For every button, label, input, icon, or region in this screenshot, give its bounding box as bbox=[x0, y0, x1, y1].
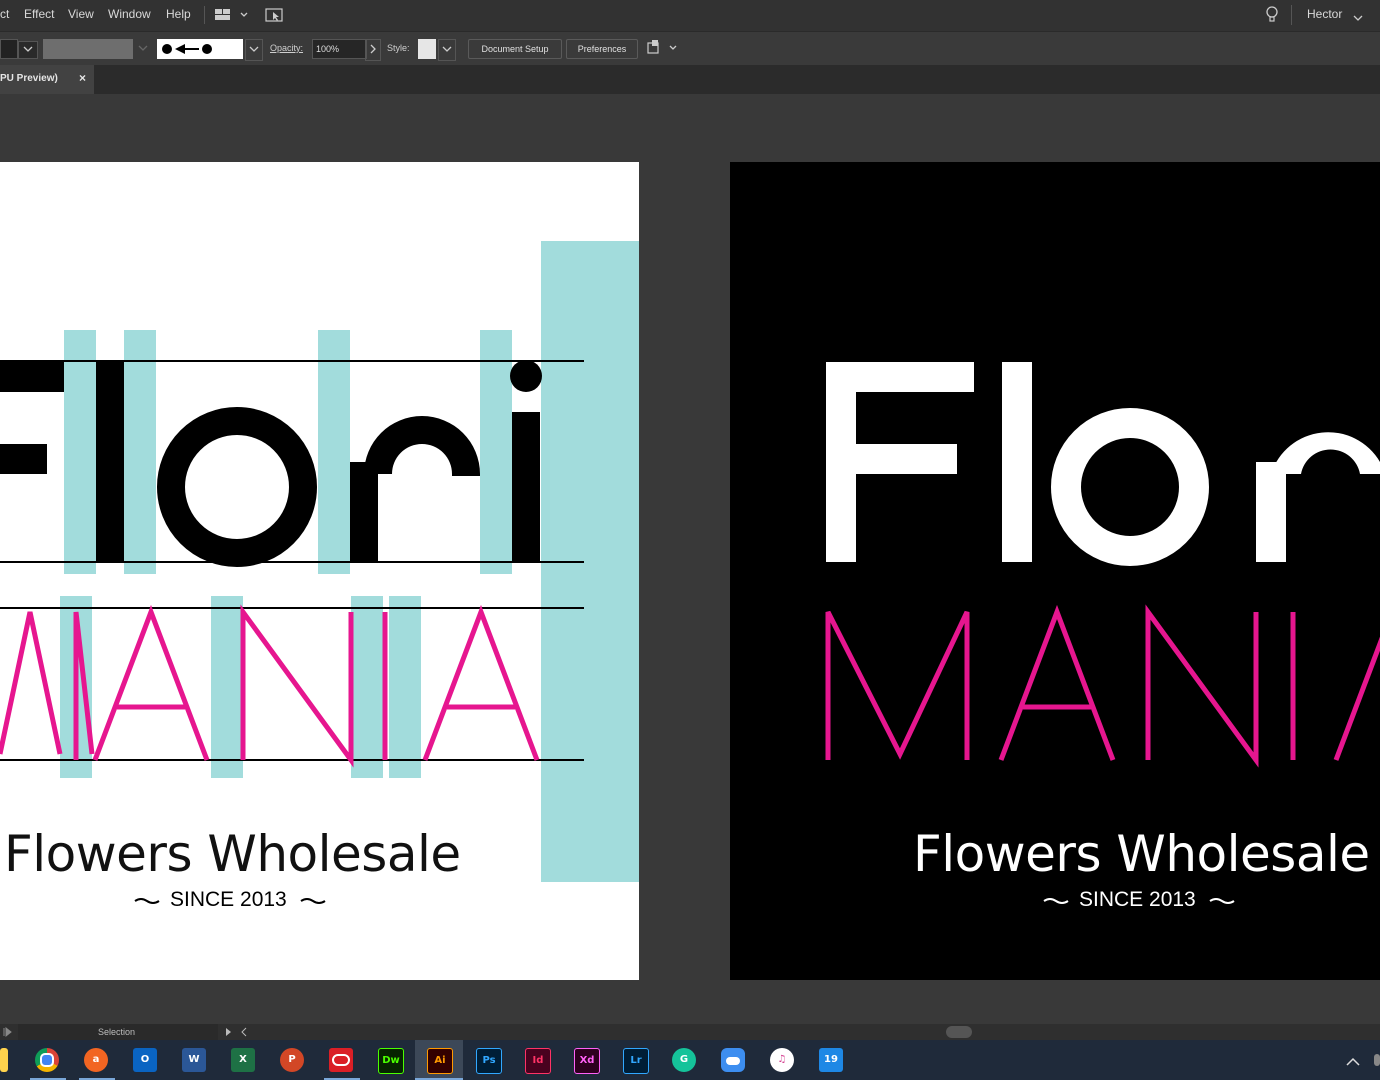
tray-icon[interactable] bbox=[1374, 1054, 1380, 1066]
menu-view[interactable]: View bbox=[68, 7, 94, 21]
menu-help[interactable]: Help bbox=[166, 7, 191, 21]
dreamweaver-icon[interactable]: Dw bbox=[378, 1048, 404, 1074]
graphic-style-swatch[interactable] bbox=[418, 39, 436, 59]
since-text: SINCE 2013 bbox=[1079, 888, 1196, 911]
document-setup-button[interactable]: Document Setup bbox=[468, 39, 562, 59]
status-menu-icon[interactable] bbox=[224, 1027, 248, 1039]
outlook-icon[interactable]: O bbox=[133, 1048, 157, 1072]
user-name[interactable]: Hector bbox=[1307, 7, 1342, 21]
chrome-icon[interactable] bbox=[35, 1048, 59, 1072]
lightroom-icon[interactable]: Lr bbox=[623, 1048, 649, 1074]
xd-icon[interactable]: Xd bbox=[574, 1048, 600, 1074]
preferences-button[interactable]: Preferences bbox=[566, 39, 638, 59]
stroke-color-swatch[interactable] bbox=[0, 39, 18, 59]
variable-width-profile[interactable] bbox=[157, 39, 243, 59]
flourish-left-icon bbox=[134, 898, 160, 904]
horizontal-scrollbar-thumb[interactable] bbox=[946, 1026, 972, 1038]
grammarly-icon[interactable]: G bbox=[672, 1048, 696, 1072]
arrange-icon[interactable] bbox=[646, 39, 680, 59]
opacity-label: Opacity: bbox=[270, 43, 304, 53]
chevron-down-icon[interactable] bbox=[137, 41, 149, 57]
document-tab-bar: PU Preview) × bbox=[0, 65, 1380, 94]
flourish-left-icon bbox=[1043, 898, 1069, 904]
menu-bar: ct Effect View Window Help Hector bbox=[0, 0, 1380, 31]
tagline-text: Flowers Wholesale bbox=[913, 825, 1370, 883]
menu-divider bbox=[1291, 5, 1292, 25]
tagline-text: Flowers Wholesale bbox=[4, 825, 461, 883]
menu-effect[interactable]: Effect bbox=[24, 7, 54, 21]
document-tab[interactable]: PU Preview) × bbox=[0, 65, 94, 94]
chevron-down-icon[interactable] bbox=[245, 39, 263, 61]
current-tool-label: Selection bbox=[98, 1027, 136, 1037]
logo-bottom-final bbox=[825, 604, 1380, 768]
chevron-up-icon[interactable] bbox=[1346, 1054, 1360, 1072]
control-bar: Opacity: 100% Style: Document Setup Pref… bbox=[0, 31, 1380, 66]
style-label: Style: bbox=[387, 43, 410, 53]
taskbar: a O W X P Dw Ai Ps Id Xd Lr G ♫ 19 bbox=[0, 1040, 1380, 1080]
indesign-icon[interactable]: Id bbox=[525, 1048, 551, 1074]
calendar-icon[interactable]: 19 bbox=[819, 1048, 843, 1072]
document-tab-title: PU Preview) bbox=[0, 73, 58, 84]
excel-icon[interactable]: X bbox=[231, 1048, 255, 1072]
avast-icon[interactable]: a bbox=[84, 1048, 108, 1072]
powerpoint-icon[interactable]: P bbox=[280, 1048, 304, 1072]
close-icon[interactable]: × bbox=[79, 71, 86, 85]
menu-divider bbox=[204, 6, 205, 24]
stroke-dropdown[interactable] bbox=[18, 41, 38, 59]
status-bar: Selection bbox=[0, 1024, 1380, 1040]
chevron-right-icon[interactable] bbox=[365, 39, 381, 61]
creative-cloud-icon[interactable] bbox=[329, 1048, 353, 1072]
itunes-icon[interactable]: ♫ bbox=[770, 1048, 794, 1072]
menu-window[interactable]: Window bbox=[108, 7, 151, 21]
chevron-down-icon[interactable] bbox=[438, 39, 456, 61]
artboard-guides[interactable]: Flowers Wholesale SINCE 2013 bbox=[0, 162, 639, 980]
photoshop-icon[interactable]: Ps bbox=[476, 1048, 502, 1074]
chevron-down-icon[interactable] bbox=[1353, 11, 1363, 25]
illustrator-icon[interactable]: Ai bbox=[427, 1048, 453, 1074]
artboard-nav-icon[interactable] bbox=[2, 1026, 14, 1040]
workspace-layout-icon[interactable] bbox=[215, 8, 249, 25]
arrange-documents-icon[interactable] bbox=[265, 7, 285, 26]
opacity-input[interactable]: 100% bbox=[312, 39, 367, 59]
icloud-icon[interactable] bbox=[721, 1048, 745, 1072]
since-text: SINCE 2013 bbox=[170, 888, 287, 911]
flourish-right-icon bbox=[1209, 898, 1235, 904]
menu-object[interactable]: ct bbox=[0, 7, 9, 21]
artboard-final[interactable]: Flowers Wholesale SINCE 2013 bbox=[730, 162, 1380, 980]
stroke-weight-field[interactable] bbox=[43, 39, 133, 59]
word-icon[interactable]: W bbox=[182, 1048, 206, 1072]
lightbulb-icon[interactable] bbox=[1265, 6, 1279, 27]
logo-top-final bbox=[826, 362, 1380, 566]
flourish-right-icon bbox=[300, 898, 326, 904]
file-explorer-icon[interactable] bbox=[0, 1048, 8, 1072]
